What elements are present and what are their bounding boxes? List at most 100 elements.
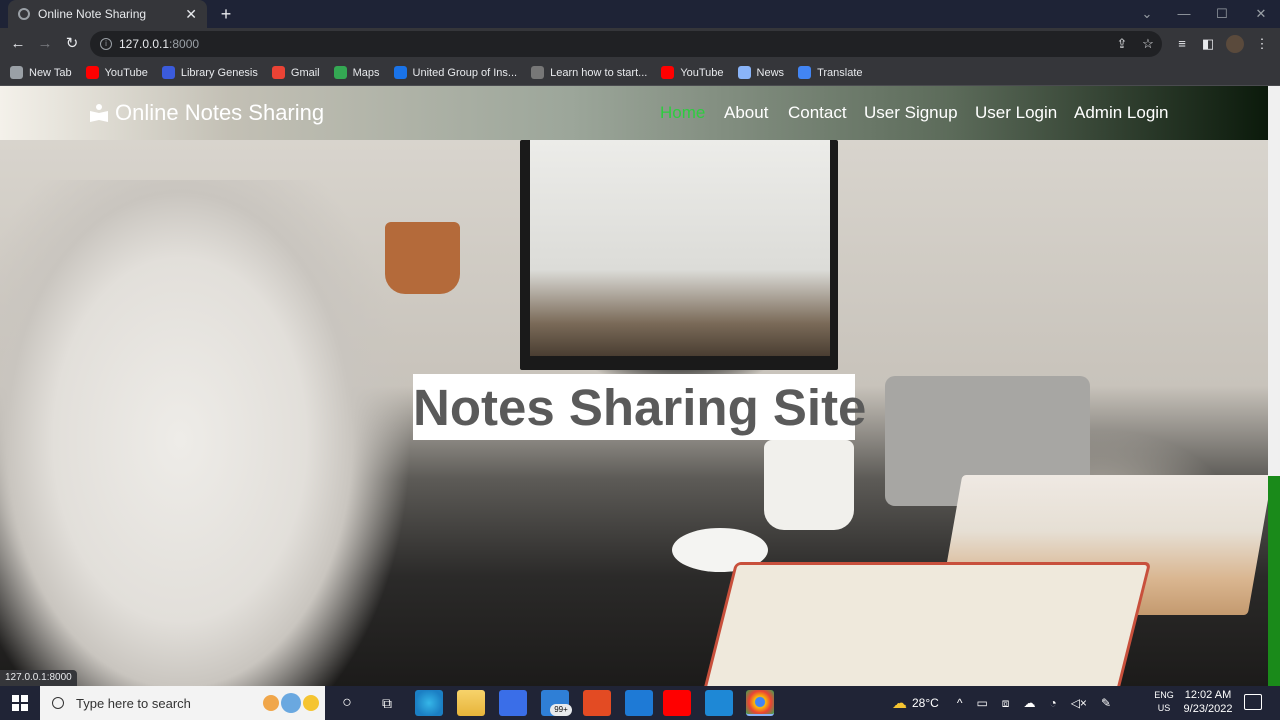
- nav-contact[interactable]: Contact: [788, 103, 847, 123]
- hero-notebook-image: [702, 565, 1148, 686]
- mail-badge: 99+: [550, 704, 572, 716]
- pen-icon[interactable]: ✎: [1101, 696, 1111, 710]
- close-window-button[interactable]: ✕: [1246, 4, 1276, 24]
- translate-icon: [798, 66, 812, 79]
- youtube-icon: [85, 66, 99, 79]
- bookmark-label: Library Genesis: [180, 66, 258, 79]
- libgen-icon: [161, 66, 175, 79]
- web-page: Online Notes Sharing Home About Contact …: [0, 86, 1268, 686]
- menu-icon[interactable]: ⋮: [1253, 35, 1271, 53]
- bookmark-label: YouTube: [104, 66, 148, 79]
- temperature[interactable]: 28°C: [912, 696, 939, 710]
- bookmark-item[interactable]: YouTube: [661, 66, 724, 79]
- input-language[interactable]: ENG US: [1152, 689, 1176, 715]
- url-host: 127.0.0.1: [119, 37, 170, 51]
- bookmark-item[interactable]: Gmail: [271, 66, 320, 79]
- edge-icon[interactable]: [415, 690, 443, 716]
- globe-icon: [10, 66, 23, 79]
- gmail-icon: [271, 66, 285, 79]
- device-icon[interactable]: ⧈: [1002, 696, 1010, 711]
- hero-mug-image: [764, 440, 854, 530]
- store-icon[interactable]: [499, 690, 527, 716]
- bookmark-item[interactable]: United Group of Ins...: [393, 66, 518, 79]
- youtube-icon: [661, 66, 675, 79]
- bookmark-label: Translate: [817, 66, 863, 79]
- reading-list-icon[interactable]: ≡: [1173, 35, 1191, 53]
- cc-icon: [531, 66, 545, 79]
- bookmark-star-icon[interactable]: ☆: [1139, 35, 1157, 53]
- weather-icon[interactable]: ☁: [892, 694, 907, 712]
- bookmark-label: Gmail: [290, 66, 320, 79]
- hero-person-image: [0, 180, 420, 686]
- reader-icon: [89, 103, 109, 123]
- system-tray: ☁ 28°C ^ ▭ ⧈ ☁ ◔ ◁× ✎: [892, 686, 1111, 720]
- ugi-icon: [393, 66, 407, 79]
- url-port: :8000: [169, 37, 200, 51]
- page-scrollbar[interactable]: [1268, 86, 1280, 686]
- forward-icon[interactable]: →: [34, 34, 56, 54]
- office-icon[interactable]: [583, 690, 611, 716]
- notification-icon[interactable]: [1244, 694, 1262, 710]
- bookmark-item[interactable]: News: [737, 66, 785, 79]
- search-highlight-icon[interactable]: [263, 692, 323, 714]
- clock[interactable]: 12:02 AM 9/23/2022: [1180, 688, 1236, 716]
- nav-user-login[interactable]: User Login: [975, 103, 1057, 123]
- bookmark-item[interactable]: YouTube: [85, 66, 148, 79]
- bookmark-label: New Tab: [29, 66, 72, 79]
- share-icon[interactable]: ⇪: [1113, 35, 1131, 53]
- bookmark-label: United Group of Ins...: [412, 66, 518, 79]
- bookmark-item[interactable]: Maps: [333, 66, 380, 79]
- vscode-icon[interactable]: [705, 690, 733, 716]
- task-view-icon[interactable]: ⧉: [373, 690, 401, 716]
- profile-avatar[interactable]: [1226, 35, 1244, 53]
- chrome-icon[interactable]: [746, 690, 774, 716]
- bookmark-item[interactable]: New Tab: [10, 66, 72, 79]
- tab-title: Online Note Sharing: [38, 7, 147, 21]
- lang-code: ENG: [1154, 690, 1174, 700]
- bookmark-item[interactable]: Translate: [798, 66, 863, 79]
- bookmark-item[interactable]: Library Genesis: [161, 66, 258, 79]
- site-info-icon[interactable]: i: [100, 38, 112, 50]
- tab-close-icon[interactable]: ✕: [185, 6, 197, 23]
- tray-chevron-icon[interactable]: ^: [957, 696, 963, 710]
- lang-region: US: [1157, 703, 1171, 713]
- file-explorer-icon[interactable]: [457, 690, 485, 716]
- youtube-app-icon[interactable]: [663, 690, 691, 716]
- tab-favicon-icon: [18, 8, 30, 20]
- cortana-icon[interactable]: ○: [333, 690, 361, 716]
- hero-screen-image: [530, 140, 830, 356]
- new-tab-button[interactable]: +: [216, 4, 236, 24]
- address-bar[interactable]: i 127.0.0.1:8000: [90, 31, 1162, 57]
- battery-icon[interactable]: ▭: [976, 696, 987, 710]
- minimize-button[interactable]: —: [1169, 4, 1199, 24]
- search-placeholder: Type here to search: [76, 695, 191, 711]
- brand-name: Online Notes Sharing: [115, 100, 325, 125]
- bookmarks-bar: New Tab YouTube Library Genesis Gmail Maps Un…: [0, 60, 1280, 86]
- site-navbar: Online Notes Sharing Home About Contact …: [0, 86, 1268, 140]
- news-icon: [737, 66, 751, 79]
- bookmark-label: Learn how to start...: [550, 66, 648, 79]
- windows-icon: [12, 695, 28, 711]
- onedrive-icon[interactable]: ☁: [1023, 696, 1035, 710]
- nav-user-signup[interactable]: User Signup: [864, 103, 958, 123]
- reload-icon[interactable]: ↻: [61, 34, 83, 54]
- nav-home[interactable]: Home: [660, 103, 705, 123]
- volume-muted-icon[interactable]: ◁×: [1071, 696, 1087, 710]
- bookmark-item[interactable]: Learn how to start...: [531, 66, 647, 79]
- wifi-icon[interactable]: ◔: [1049, 696, 1056, 710]
- app-icon[interactable]: [625, 690, 653, 716]
- clock-time: 12:02 AM: [1184, 689, 1232, 701]
- hero-title: Notes Sharing Site: [413, 374, 866, 440]
- nav-admin-login[interactable]: Admin Login: [1074, 103, 1169, 123]
- maps-icon: [333, 66, 347, 79]
- browser-tab[interactable]: Online Note Sharing ✕: [8, 0, 207, 28]
- maximize-button[interactable]: ☐: [1207, 4, 1237, 24]
- back-icon[interactable]: ←: [7, 34, 29, 54]
- nav-about[interactable]: About: [724, 103, 768, 123]
- site-brand[interactable]: Online Notes Sharing: [89, 100, 324, 126]
- bookmark-label: YouTube: [680, 66, 724, 79]
- bookmark-label: News: [756, 66, 785, 79]
- side-panel-icon[interactable]: ◧: [1199, 35, 1217, 53]
- tab-search-icon[interactable]: ⌄: [1132, 4, 1162, 24]
- start-button[interactable]: [0, 686, 40, 720]
